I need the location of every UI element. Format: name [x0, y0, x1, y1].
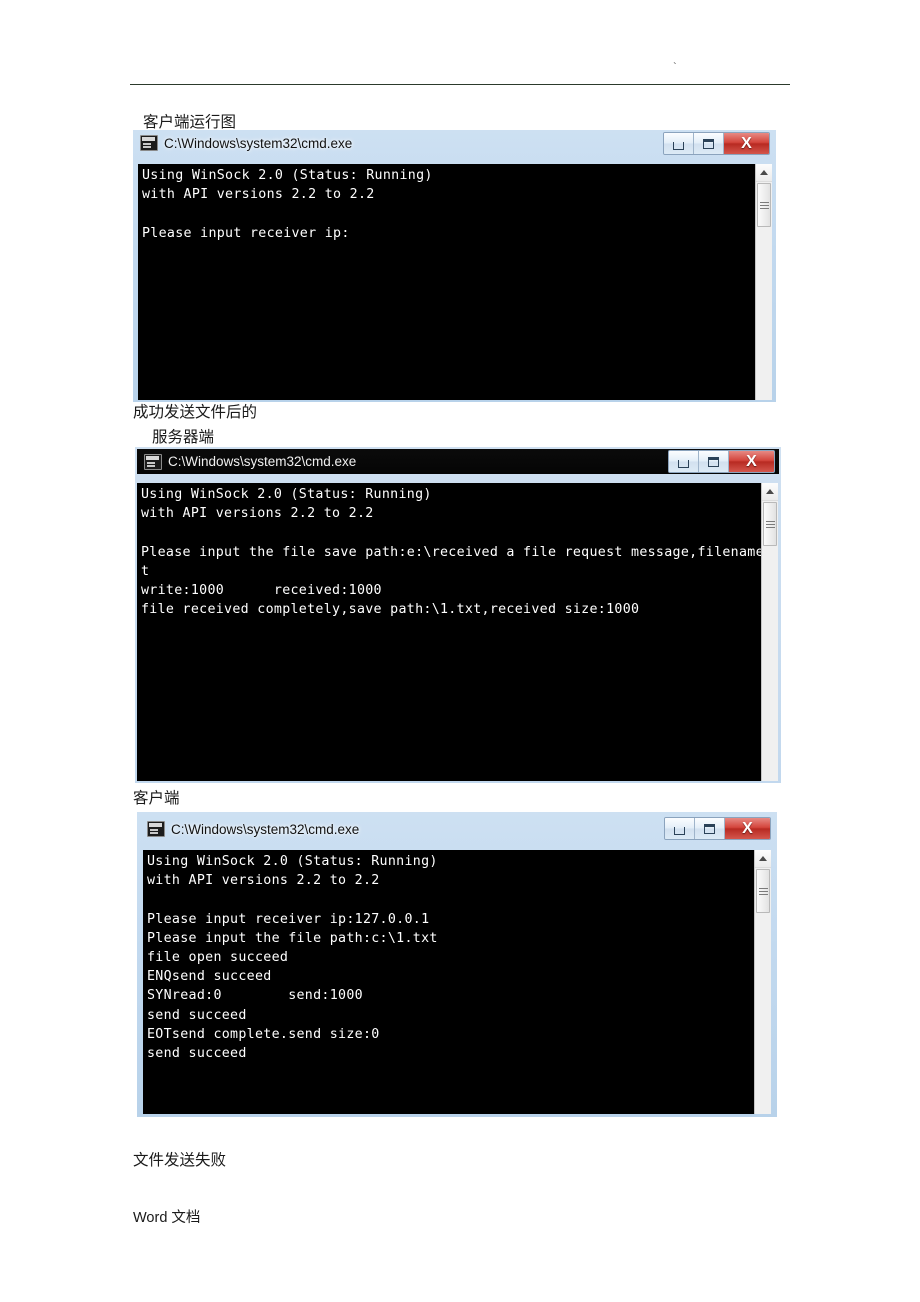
console-window-client-send[interactable]: C:\Windows\system32\cmd.exe X Using WinS… [137, 812, 777, 1117]
caption-client: 客户端 [133, 790, 180, 807]
scrollbar-thumb[interactable] [756, 869, 770, 913]
chevron-up-icon [760, 170, 768, 175]
vertical-scrollbar[interactable] [755, 164, 772, 400]
chevron-up-icon [759, 856, 767, 861]
vertical-scrollbar[interactable] [754, 850, 771, 1114]
console-output: Using WinSock 2.0 (Status: Running) with… [141, 487, 778, 618]
maximize-button[interactable] [695, 818, 725, 839]
cmd-icon [140, 135, 158, 151]
scroll-up-button[interactable] [762, 483, 778, 501]
scroll-up-button[interactable] [755, 850, 771, 868]
document-page: ` 客户端运行图 C:\Windows\system32\cmd.exe X U… [0, 0, 920, 1302]
scrollbar-track[interactable] [756, 227, 772, 400]
maximize-button[interactable] [699, 451, 729, 472]
chevron-up-icon [766, 489, 774, 494]
window-title: C:\Windows\system32\cmd.exe [171, 821, 360, 837]
window-title: C:\Windows\system32\cmd.exe [168, 454, 357, 469]
close-icon: X [741, 134, 752, 152]
console-client-area[interactable]: Using WinSock 2.0 (Status: Running) with… [137, 483, 778, 781]
grip-icon [759, 201, 769, 209]
scrollbar-thumb[interactable] [763, 502, 777, 546]
console-client-area[interactable]: Using WinSock 2.0 (Status: Running) with… [138, 164, 772, 400]
close-icon: X [746, 452, 757, 470]
caption-button-group[interactable]: X [668, 450, 775, 473]
footer-word-document: Word 文档 [133, 1210, 201, 1226]
vertical-scrollbar[interactable] [761, 483, 778, 781]
maximize-icon [703, 138, 714, 149]
console-client-area[interactable]: Using WinSock 2.0 (Status: Running) with… [143, 850, 771, 1114]
grip-icon [758, 887, 768, 895]
maximize-icon [704, 823, 715, 834]
minimize-button[interactable] [664, 133, 694, 154]
minimize-button[interactable] [665, 818, 695, 839]
header-rule [130, 84, 790, 85]
scrollbar-thumb[interactable] [757, 183, 771, 227]
console-window-client-initial[interactable]: C:\Windows\system32\cmd.exe X Using WinS… [133, 130, 776, 402]
scroll-up-button[interactable] [756, 164, 772, 182]
console-output: Using WinSock 2.0 (Status: Running) with… [142, 168, 433, 241]
minimize-icon [678, 459, 689, 468]
console-window-server-success[interactable]: C:\Windows\system32\cmd.exe X Using WinS… [135, 447, 781, 783]
close-button[interactable]: X [729, 451, 774, 472]
grip-icon [765, 520, 775, 528]
cmd-icon [144, 453, 162, 470]
minimize-icon [673, 141, 684, 150]
close-button[interactable]: X [725, 818, 770, 839]
scrollbar-track[interactable] [762, 546, 778, 781]
close-button[interactable]: X [724, 133, 769, 154]
header-cursor-mark: ` [673, 61, 677, 73]
close-icon: X [742, 819, 753, 837]
caption-send-failed: 文件发送失败 [133, 1152, 227, 1169]
scrollbar-track[interactable] [755, 913, 771, 1114]
minimize-icon [674, 826, 685, 835]
maximize-icon [708, 456, 719, 467]
console-output: Using WinSock 2.0 (Status: Running) with… [147, 854, 438, 1062]
minimize-button[interactable] [669, 451, 699, 472]
maximize-button[interactable] [694, 133, 724, 154]
window-title: C:\Windows\system32\cmd.exe [164, 135, 353, 151]
caption-server-label: 服务器端 [152, 429, 215, 446]
caption-server-success: 成功发送文件后的 [133, 404, 258, 421]
caption-button-group[interactable]: X [664, 817, 771, 840]
cmd-icon [147, 821, 165, 837]
caption-button-group[interactable]: X [663, 132, 770, 155]
